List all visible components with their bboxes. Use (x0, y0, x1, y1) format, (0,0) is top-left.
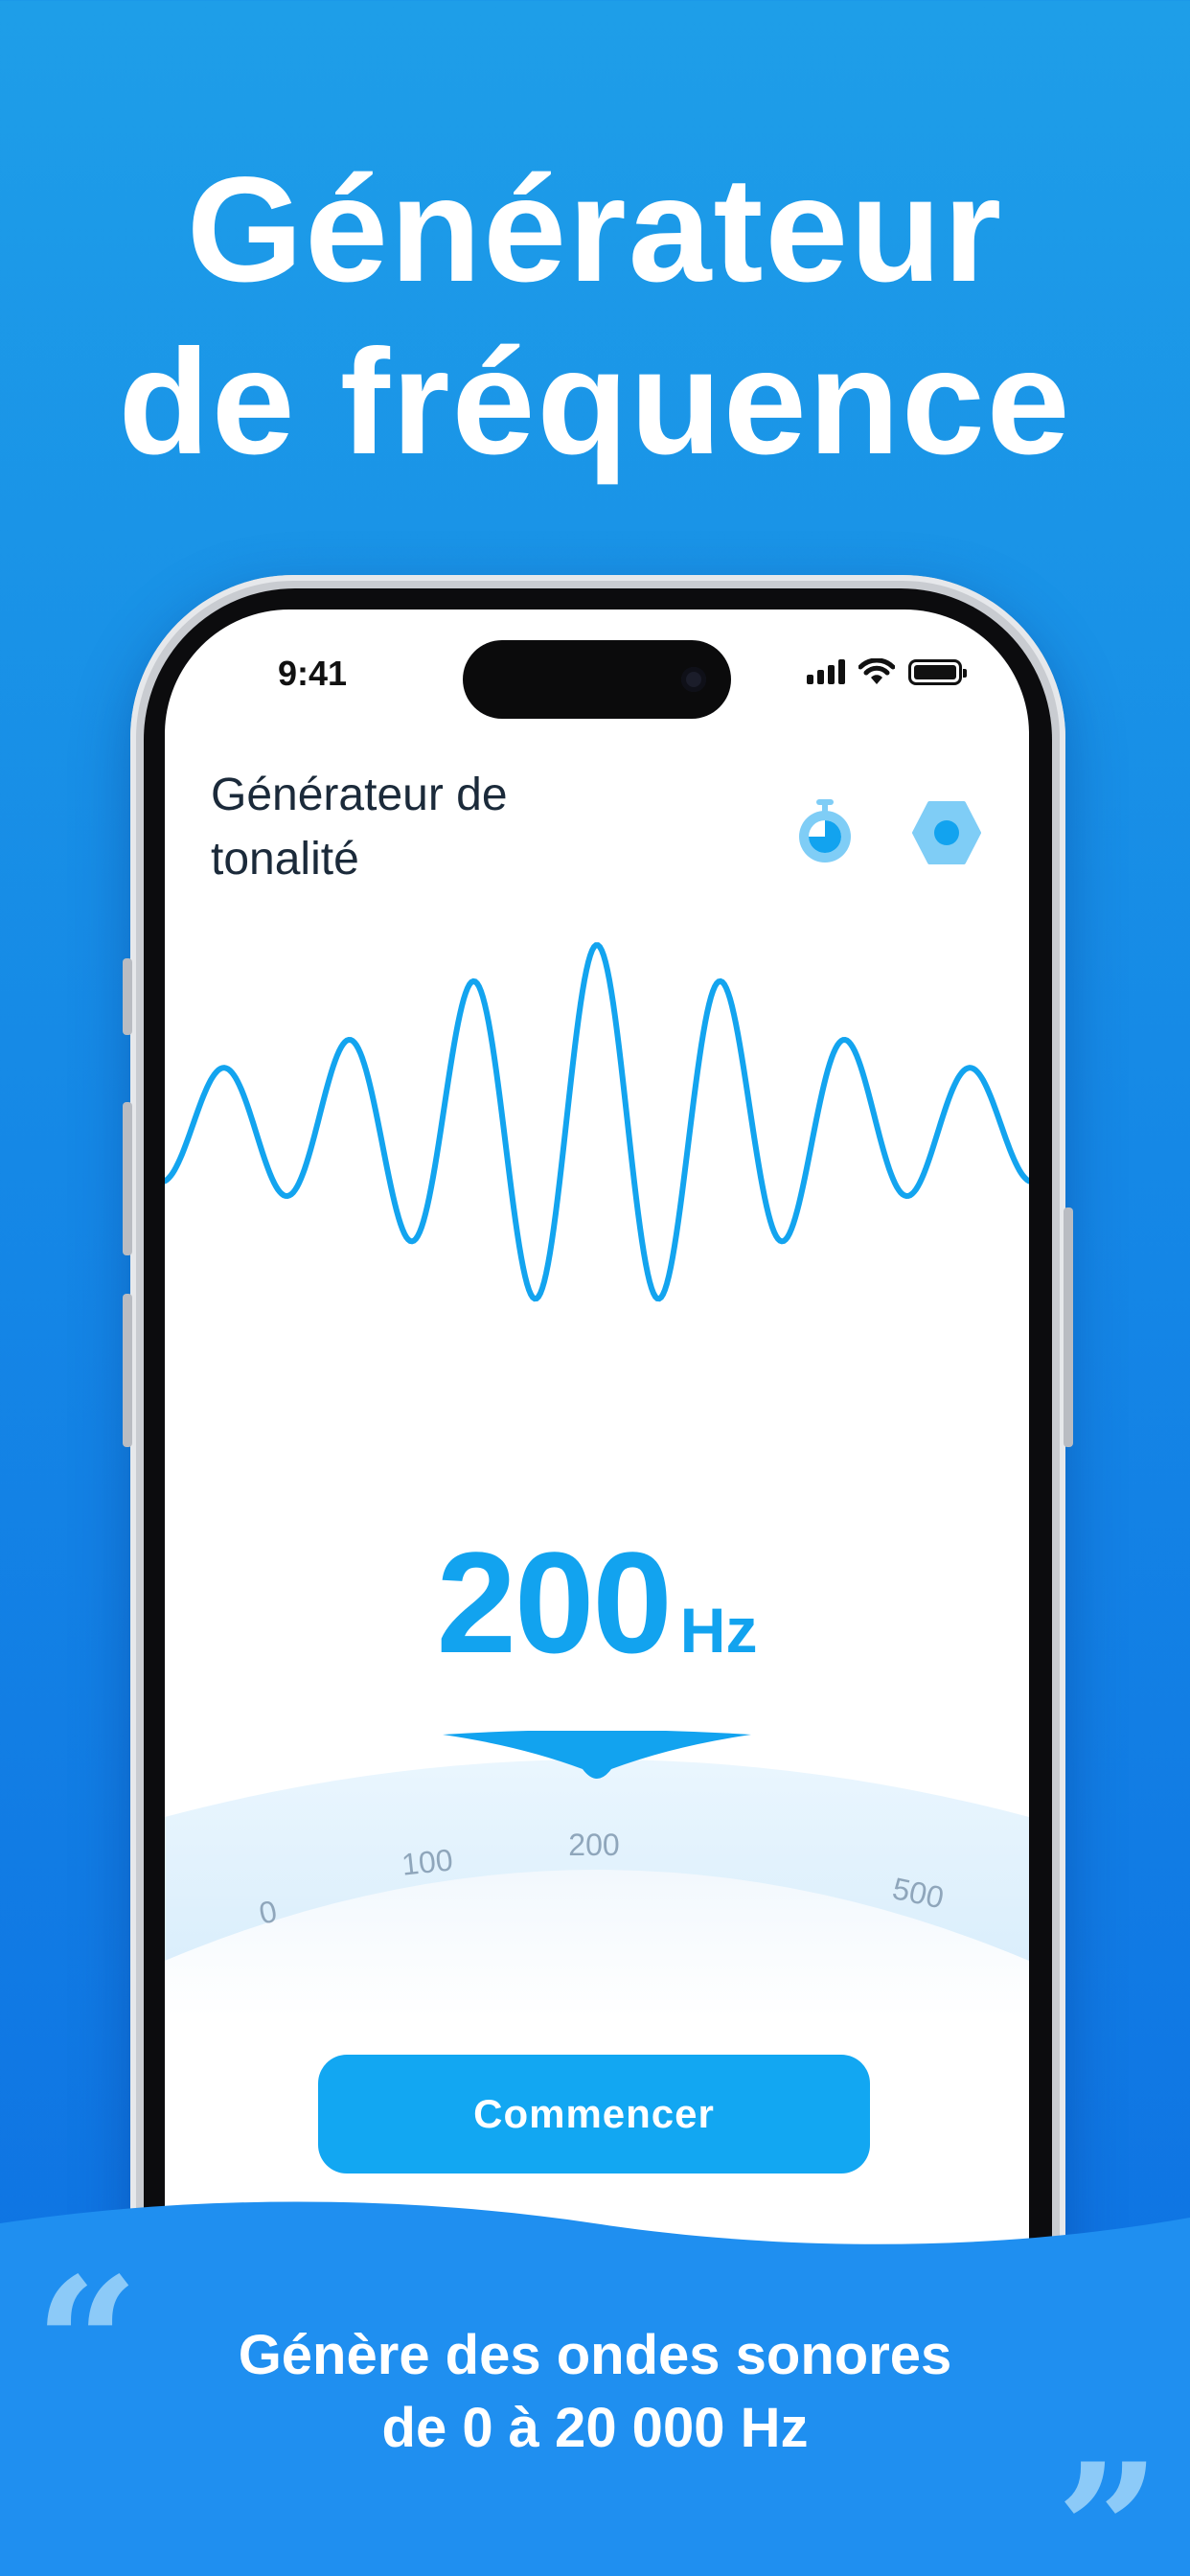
phone-volume-up (123, 1102, 132, 1255)
frequency-dial[interactable]: 0 100 200 500 (165, 1731, 1029, 2018)
phone-power-button (1064, 1208, 1073, 1447)
phone-side-button (123, 958, 132, 1035)
status-icons (807, 657, 967, 686)
wifi-icon (858, 658, 895, 684)
sound-wave (165, 942, 1029, 1302)
frequency-unit: Hz (679, 1595, 758, 1666)
timer-icon[interactable] (793, 797, 857, 864)
dial-tick-200: 200 (568, 1828, 619, 1862)
promo-tagline: Génère des ondes sonores de 0 à 20 000 H… (0, 2319, 1190, 2465)
frequency-display: 200 Hz (165, 1520, 1029, 1686)
signal-icon (807, 659, 845, 684)
headline-line-1: Générateur (186, 147, 1004, 313)
promo-headline: Générateur de fréquence (0, 144, 1190, 489)
frequency-value: 200 (436, 1522, 673, 1683)
dial-tick-100: 100 (400, 1842, 454, 1881)
phone-volume-down (123, 1294, 132, 1447)
tagline-line-1: Génère des ondes sonores (238, 2324, 952, 2386)
front-camera (681, 667, 706, 692)
tagline-line-2: de 0 à 20 000 Hz (381, 2397, 809, 2459)
battery-icon (908, 658, 967, 685)
dynamic-island (463, 640, 731, 719)
settings-icon[interactable] (912, 799, 981, 866)
status-time: 9:41 (278, 654, 348, 693)
headline-line-2: de fréquence (118, 319, 1072, 486)
start-button[interactable]: Commencer (318, 2055, 870, 2174)
app-title: Générateur de tonalité (211, 770, 508, 885)
status-bar: 9:41 (165, 610, 1029, 724)
quote-close-icon: ” (1056, 2424, 1161, 2576)
